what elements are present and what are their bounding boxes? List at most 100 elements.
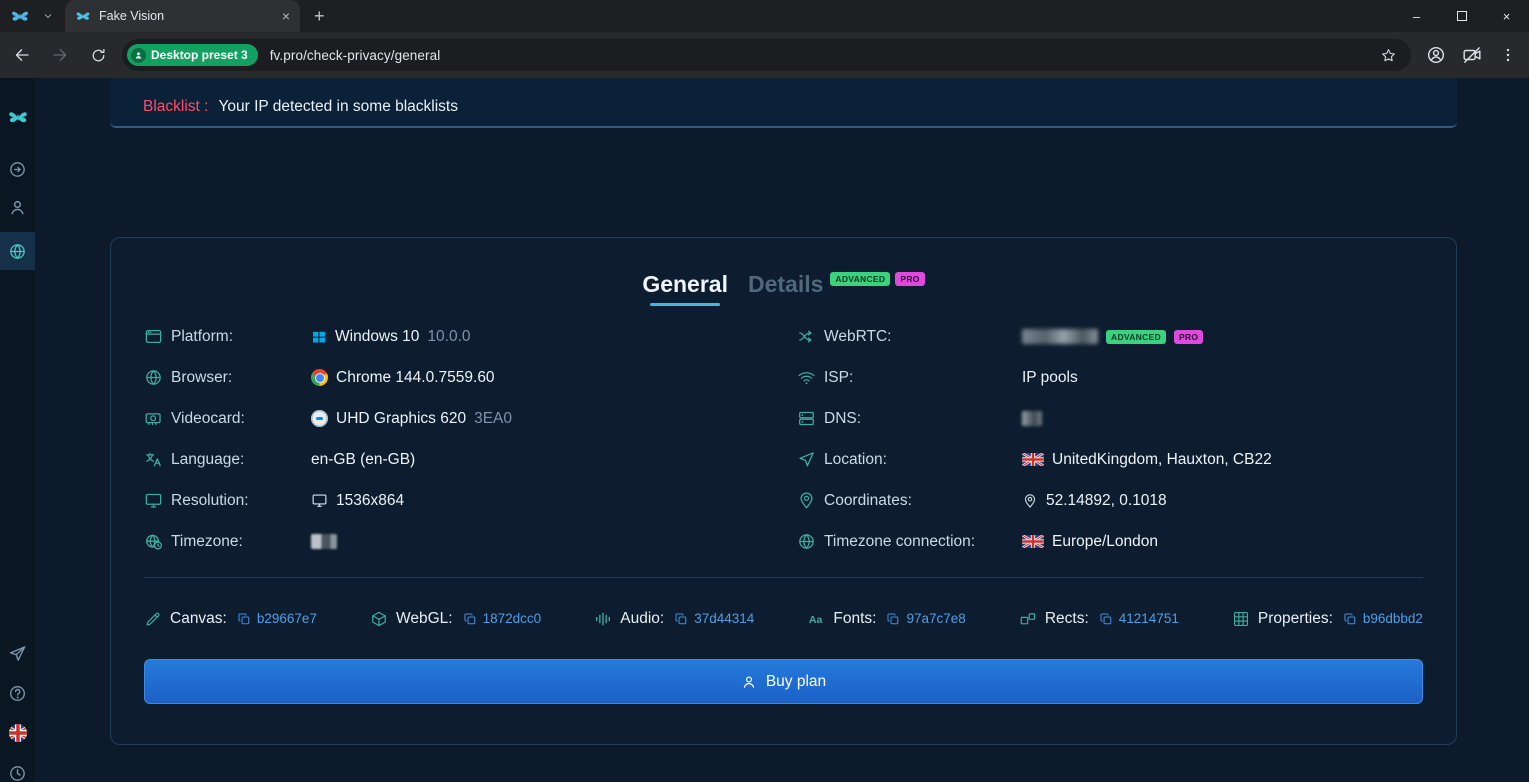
copy-icon[interactable] xyxy=(463,612,477,626)
blacklist-message: Your IP detected in some blacklists xyxy=(218,98,458,116)
preset-badge[interactable]: Desktop preset 3 xyxy=(127,44,258,66)
hash-label: WebGL: xyxy=(396,610,453,628)
camera-off-icon[interactable] xyxy=(1457,40,1487,70)
info-value: 1536x864 xyxy=(311,492,705,510)
browser-logo-butterfly-icon xyxy=(10,6,30,26)
info-row-browser: Browser: Chrome 144.0.7559.60 xyxy=(144,357,705,398)
videocard-id: 3EA0 xyxy=(474,410,512,428)
info-row-location: Location: UnitedKingdom, Hauxton, CB22 xyxy=(797,439,1423,480)
maximize-icon xyxy=(1457,11,1467,21)
sidebar-item-language-flag[interactable] xyxy=(0,713,35,753)
info-label: WebRTC: xyxy=(824,328,1022,346)
hash-value: 1872dcc0 xyxy=(483,611,542,626)
hash-item-audio: Audio: 37d44314 xyxy=(594,610,754,628)
info-value: UnitedKingdom, Hauxton, CB22 xyxy=(1022,451,1423,469)
rects-icon xyxy=(1019,610,1037,628)
tab-general[interactable]: General xyxy=(642,271,728,306)
info-row-language: Language: en-GB (en-GB) xyxy=(144,439,705,480)
hash-value: b29667e7 xyxy=(257,611,317,626)
sidebar-item-telegram[interactable] xyxy=(0,633,35,673)
info-column-left: Platform: Windows 10 10.0.0 Browser: Chr… xyxy=(144,316,705,562)
copy-icon[interactable] xyxy=(886,612,900,626)
tab-details[interactable]: Details xyxy=(748,271,823,298)
info-row-dns: DNS: xyxy=(797,398,1423,439)
browser-value: Chrome 144.0.7559.60 xyxy=(336,369,495,387)
resolution-icon xyxy=(144,491,171,510)
card-tabs: General Details ADVANCED PRO xyxy=(144,271,1423,306)
copy-icon[interactable] xyxy=(674,612,688,626)
privacy-check-card: General Details ADVANCED PRO Platform: W… xyxy=(110,237,1457,745)
main-area: Blacklist : Your IP detected in some bla… xyxy=(35,78,1529,782)
info-label: Platform: xyxy=(171,328,311,346)
windows-logo-icon xyxy=(311,329,327,345)
dns-icon xyxy=(797,409,824,428)
timezone-connection-value: Europe/London xyxy=(1052,533,1158,551)
copy-icon[interactable] xyxy=(237,612,251,626)
back-button[interactable] xyxy=(6,39,38,71)
hash-label: Rects: xyxy=(1045,610,1089,628)
videocard-value: UHD Graphics 620 xyxy=(336,410,466,428)
toolbar-right-icons xyxy=(1421,40,1523,70)
close-window-button[interactable]: × xyxy=(1484,0,1529,32)
sidebar-item-history[interactable] xyxy=(0,753,35,782)
info-value: 52.14892, 0.1018 xyxy=(1022,492,1423,510)
tab-title: Fake Vision xyxy=(99,9,282,23)
translate-icon xyxy=(144,450,171,469)
tab-badges: ADVANCED PRO xyxy=(830,272,924,286)
sidebar-logo-butterfly-icon xyxy=(7,106,29,128)
info-value xyxy=(1022,411,1423,426)
sidebar-item-help[interactable] xyxy=(0,673,35,713)
maximize-button[interactable] xyxy=(1439,0,1484,32)
info-label: Timezone: xyxy=(171,533,311,551)
buy-plan-button[interactable]: Buy plan xyxy=(144,659,1423,704)
hash-value: 97a7c7e8 xyxy=(906,611,965,626)
copy-icon[interactable] xyxy=(1343,612,1357,626)
divider xyxy=(144,577,1423,578)
info-label: Language: xyxy=(171,451,311,469)
info-value xyxy=(311,534,705,549)
redacted-value xyxy=(1022,411,1042,426)
videocard-icon xyxy=(144,409,171,428)
reload-button[interactable] xyxy=(82,39,114,71)
address-bar[interactable]: Desktop preset 3 fv.pro/check-privacy/ge… xyxy=(122,39,1411,71)
info-label: Videocard: xyxy=(171,410,311,428)
minimize-button[interactable]: – xyxy=(1394,0,1439,32)
info-value: Windows 10 10.0.0 xyxy=(311,328,705,346)
sidebar xyxy=(0,78,35,782)
webrtc-icon xyxy=(797,327,824,346)
isp-value: IP pools xyxy=(1022,369,1078,387)
fonts-icon xyxy=(807,610,825,628)
tab-close-icon[interactable]: × xyxy=(282,8,290,24)
advanced-badge: ADVANCED xyxy=(1106,330,1166,344)
webgl-icon xyxy=(370,610,388,628)
redacted-value xyxy=(311,534,337,549)
info-value: Europe/London xyxy=(1022,533,1423,551)
copy-icon[interactable] xyxy=(1099,612,1113,626)
info-value: ADVANCED PRO xyxy=(1022,329,1423,344)
info-row-videocard: Videocard: UHD Graphics 620 3EA0 xyxy=(144,398,705,439)
coordinates-value: 52.14892, 0.1018 xyxy=(1046,492,1167,510)
profile-icon[interactable] xyxy=(1421,40,1451,70)
bookmark-star-icon[interactable] xyxy=(1380,47,1397,64)
coordinates-icon xyxy=(797,491,824,510)
forward-button[interactable] xyxy=(44,39,76,71)
sidebar-item-profile[interactable] xyxy=(0,188,35,226)
location-icon xyxy=(797,450,824,469)
new-tab-button[interactable]: + xyxy=(314,7,325,25)
url-text[interactable]: fv.pro/check-privacy/general xyxy=(270,48,441,63)
sidebar-item-privacy-check[interactable] xyxy=(0,232,35,270)
pro-badge: PRO xyxy=(895,272,924,286)
sidebar-item-login[interactable] xyxy=(0,150,35,188)
blacklist-label: Blacklist : xyxy=(143,98,208,116)
intel-logo-icon xyxy=(311,410,328,427)
tab-search-chevron-icon[interactable] xyxy=(42,10,54,22)
info-column-right: WebRTC: ADVANCED PRO ISP: IP pools xyxy=(705,316,1423,562)
browser-tab[interactable]: Fake Vision × xyxy=(65,0,300,32)
buy-plan-label: Buy plan xyxy=(766,673,826,691)
resolution-value: 1536x864 xyxy=(336,492,404,510)
hash-label: Canvas: xyxy=(170,610,227,628)
menu-kebab-icon[interactable] xyxy=(1493,40,1523,70)
chrome-logo-icon xyxy=(311,369,328,386)
info-value: UHD Graphics 620 3EA0 xyxy=(311,410,705,428)
pro-badge: PRO xyxy=(1174,330,1203,344)
